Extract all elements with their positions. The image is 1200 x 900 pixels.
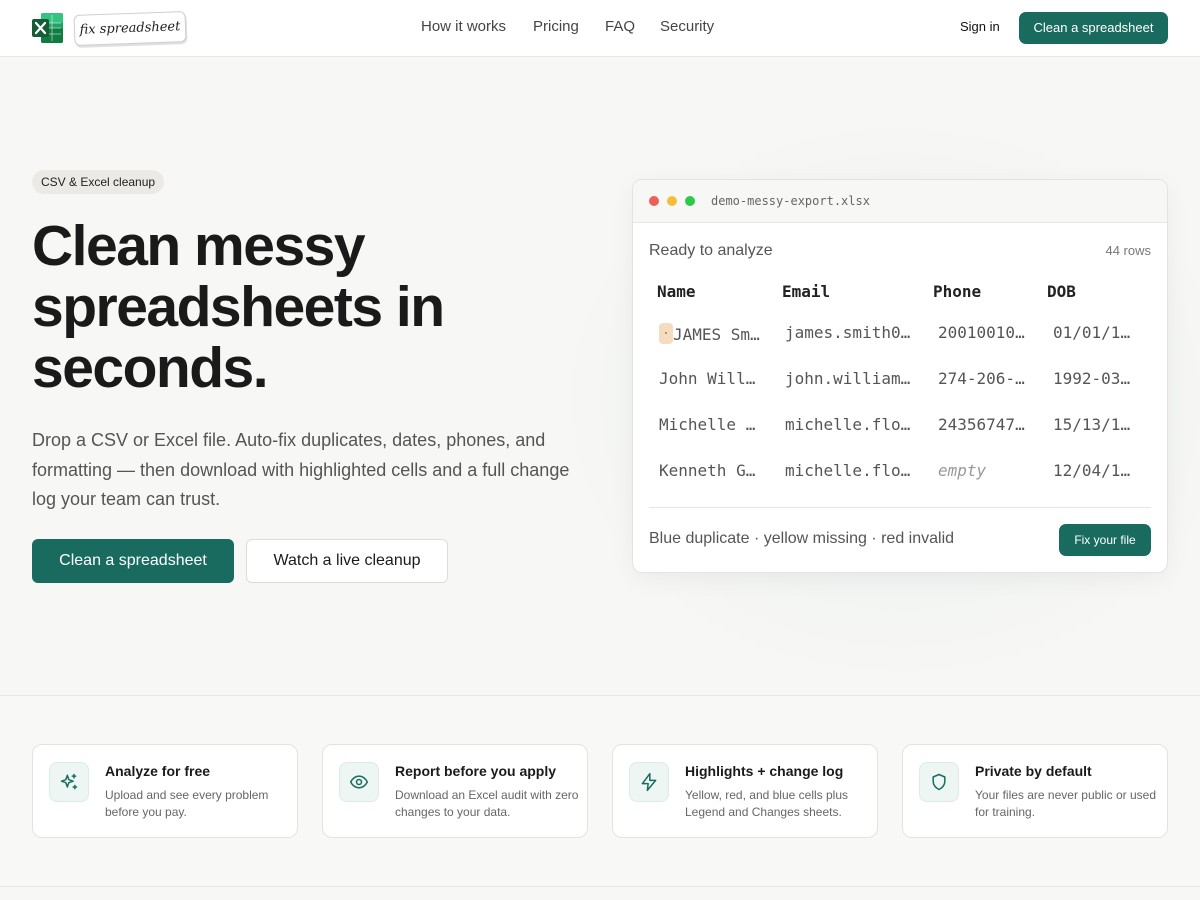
table-cell-empty: empty xyxy=(938,461,987,480)
column-header-dob: DOB xyxy=(1047,282,1076,301)
header-clean-spreadsheet-button[interactable]: Clean a spreadsheet xyxy=(1019,12,1168,44)
table-cell: 15/13/1988 xyxy=(1053,415,1133,434)
fix-your-file-button[interactable]: Fix your file xyxy=(1059,524,1151,556)
table-cell: Michelle Flores xyxy=(659,415,763,434)
demo-preview-card: demo-messy-export.xlsx Ready to analyze … xyxy=(632,179,1168,573)
column-header-email: Email xyxy=(782,282,831,301)
feature-title: Highlights + change log xyxy=(685,763,844,779)
column-header-name: Name xyxy=(657,282,696,301)
nav-how-it-works[interactable]: How it works xyxy=(421,18,506,35)
feature-card-private: Private by default Your files are never … xyxy=(902,744,1168,838)
watch-live-cleanup-button[interactable]: Watch a live cleanup xyxy=(246,539,448,583)
minimize-dot-icon xyxy=(667,196,677,206)
table-cell: john.williams@example.com xyxy=(785,369,915,388)
table-cell: 2435674712 xyxy=(938,415,1028,434)
warning-flag-icon xyxy=(659,323,673,344)
hero-title: Clean messy spreadsheets in seconds. xyxy=(32,214,445,400)
feature-card-highlights: Highlights + change log Yellow, red, and… xyxy=(612,744,878,838)
feature-description: Your files are never public or used for … xyxy=(975,788,1156,819)
column-header-phone: Phone xyxy=(933,282,982,301)
card-divider xyxy=(649,507,1151,508)
hero-subtitle: Drop a CSV or Excel file. Auto-fix dupli… xyxy=(32,430,570,509)
table-cell: 1992-03-14 xyxy=(1053,369,1133,388)
feature-description: Download an Excel audit with zero change… xyxy=(395,788,579,819)
eye-icon xyxy=(339,762,379,802)
table-cell: John Williams xyxy=(659,369,763,388)
nav-pricing[interactable]: Pricing xyxy=(533,18,579,35)
close-dot-icon xyxy=(649,196,659,206)
hero-badge: CSV & Excel cleanup xyxy=(32,170,165,194)
window-titlebar: demo-messy-export.xlsx xyxy=(633,180,1167,223)
feature-title: Analyze for free xyxy=(105,763,211,779)
clean-spreadsheet-button[interactable]: Clean a spreadsheet xyxy=(32,539,234,583)
lightning-icon xyxy=(629,762,669,802)
table-cell: 2001001000 xyxy=(938,323,1028,342)
nav-security[interactable]: Security xyxy=(660,18,714,35)
nav-faq[interactable]: FAQ xyxy=(605,18,635,35)
feature-card-analyze: Analyze for free Upload and see every pr… xyxy=(32,744,298,838)
feature-description: Upload and see every problem before you … xyxy=(105,788,269,819)
table-cell: 01/01/1990 xyxy=(1053,323,1133,342)
feature-title: Report before you apply xyxy=(395,763,557,779)
logo-wordmark[interactable]: fix spreadsheet xyxy=(73,11,187,46)
file-name: demo-messy-export.xlsx xyxy=(711,194,870,208)
site-header: fix spreadsheet How it works Pricing FAQ… xyxy=(0,0,1200,57)
excel-logo-icon[interactable] xyxy=(32,12,64,44)
sign-in-link[interactable]: Sign in xyxy=(960,19,1000,34)
table-cell: michelle.flores@example.com xyxy=(785,415,915,434)
analysis-status: Ready to analyze xyxy=(649,242,773,259)
table-cell: 12/04/1985 xyxy=(1053,461,1133,480)
highlight-legend: Blue duplicate · yellow missing · red in… xyxy=(649,530,955,547)
shield-icon xyxy=(919,762,959,802)
row-count: 44 rows xyxy=(1105,243,1151,258)
table-cell: 274-206-1133 xyxy=(938,369,1028,388)
table-cell: Kenneth Green xyxy=(659,461,763,480)
feature-description: Yellow, red, and blue cells plus Legend … xyxy=(685,788,848,819)
table-cell: michelle.flores@example.com xyxy=(785,461,915,480)
table-cell: james.smith0@example.com xyxy=(785,323,915,342)
maximize-dot-icon xyxy=(685,196,695,206)
sparkles-icon xyxy=(49,762,89,802)
feature-card-report: Report before you apply Download an Exce… xyxy=(322,744,588,838)
feature-title: Private by default xyxy=(975,763,1092,779)
table-cell: JAMES Smith xyxy=(659,323,765,344)
